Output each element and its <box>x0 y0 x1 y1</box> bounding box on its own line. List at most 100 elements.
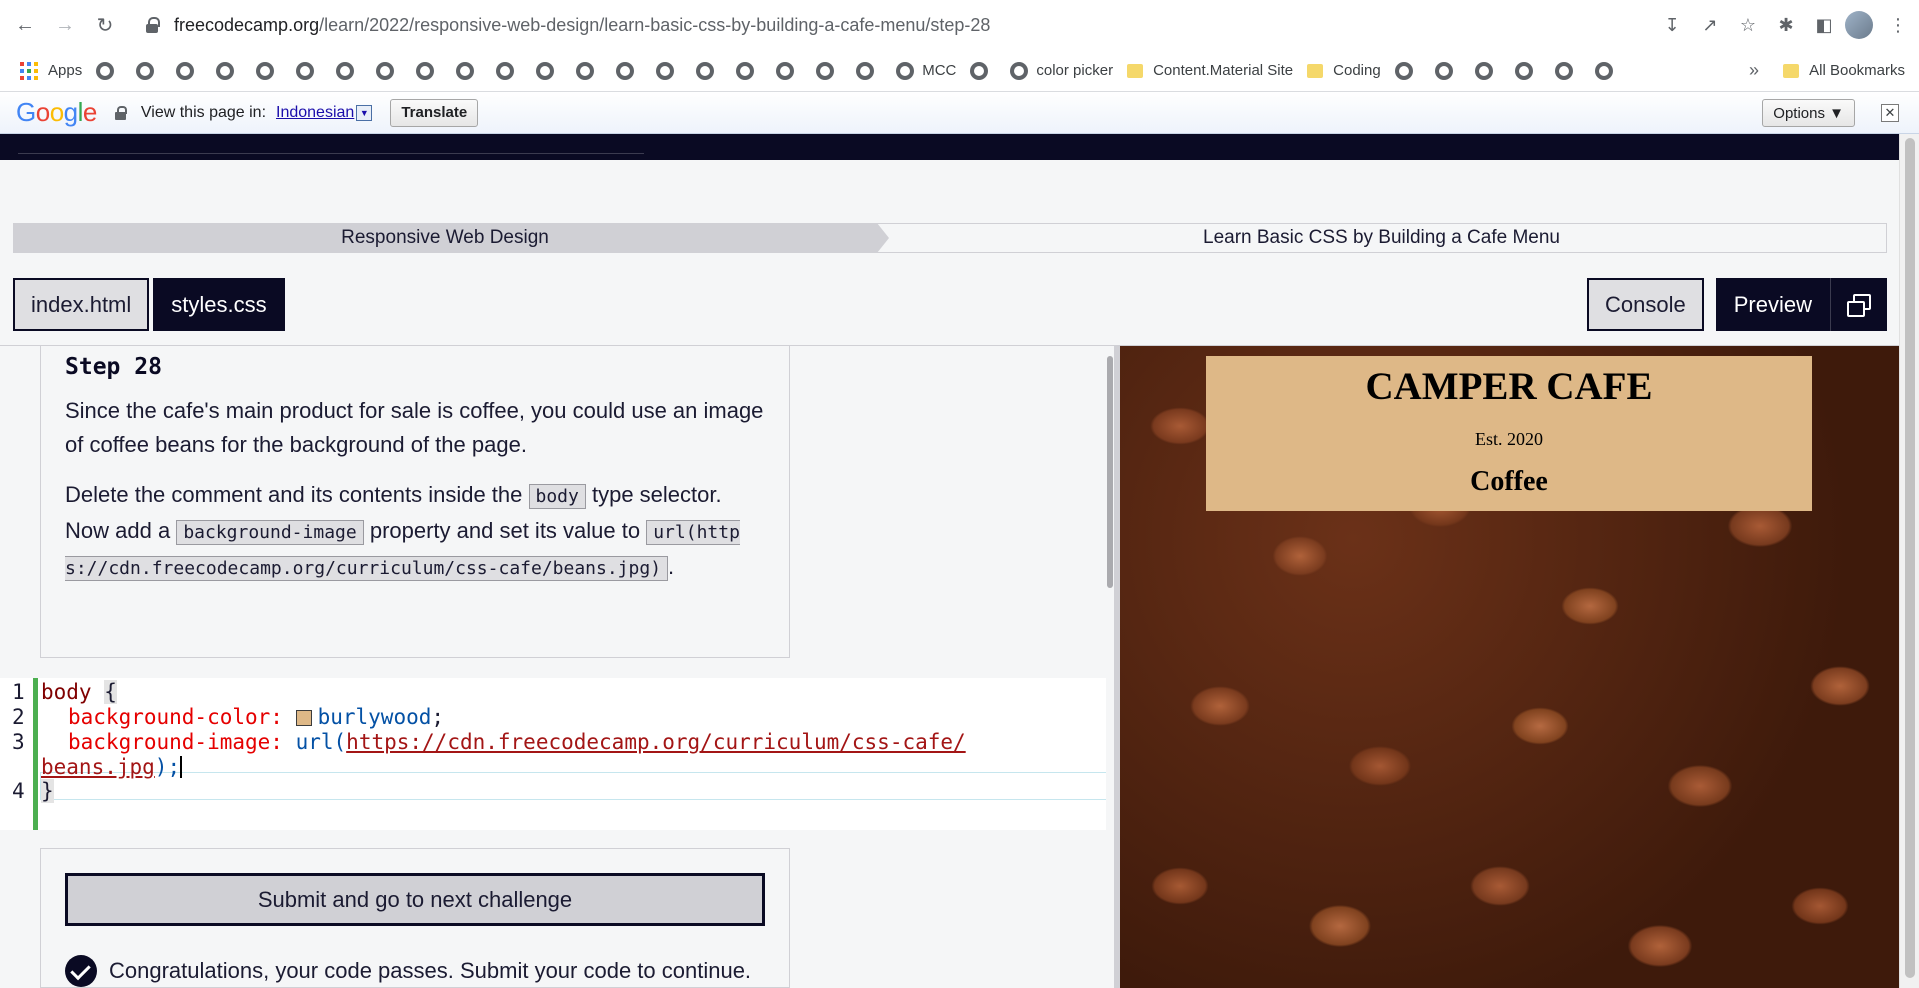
preview-pane: CAMPER CAFE Est. 2020 Coffee <box>1120 346 1899 988</box>
breadcrumb-block[interactable]: Learn Basic CSS by Building a Cafe Menu <box>877 223 1887 253</box>
preview-button[interactable]: Preview <box>1715 278 1887 331</box>
profile-avatar[interactable] <box>1845 11 1873 39</box>
globe-icon <box>296 61 315 80</box>
globe-icon <box>1394 61 1413 80</box>
bookmark-content-material[interactable]: Content.Material Site <box>1127 62 1293 79</box>
bookmark-globe-26[interactable] <box>1554 61 1581 80</box>
bookmark-globe-9[interactable] <box>416 61 442 80</box>
code-line-4[interactable]: } <box>41 779 54 803</box>
bookmark-globe-25[interactable] <box>1514 61 1541 80</box>
console-button[interactable]: Console <box>1587 278 1704 331</box>
bookmark-globe-3[interactable] <box>176 61 202 80</box>
url-text[interactable]: freecodecamp.org/learn/2022/responsive-w… <box>174 15 990 36</box>
translate-button[interactable]: Translate <box>390 98 479 127</box>
bookmark-globe-22[interactable] <box>1394 61 1421 80</box>
tab-index-html[interactable]: index.html <box>13 278 150 331</box>
language-dropdown-icon[interactable]: ▼ <box>356 104 373 121</box>
bookmark-globe-13[interactable] <box>576 61 602 80</box>
bookmark-globe-12[interactable] <box>536 61 562 80</box>
bookmark-globe-8[interactable] <box>376 61 402 80</box>
code-selector: body <box>41 680 92 704</box>
bookmark-globe-20[interactable] <box>856 61 882 80</box>
line-number: 2 <box>12 705 25 729</box>
bookmark-globe-19[interactable] <box>816 61 842 80</box>
bookmark-globe-10[interactable] <box>456 61 482 80</box>
check-circle-icon <box>65 955 97 987</box>
bookmark-globe-7[interactable] <box>336 61 362 80</box>
code-line-3[interactable]: background-image: url(https://cdn.freeco… <box>68 730 966 754</box>
line-number: 4 <box>12 779 25 803</box>
bookmark-globe-15[interactable] <box>656 61 682 80</box>
bookmark-globe-17[interactable] <box>736 61 762 80</box>
bookmark-globe-24[interactable] <box>1474 61 1501 80</box>
code-editor[interactable]: 1 2 3 4 body { background-color: burlywo… <box>0 678 1110 830</box>
code-line-1[interactable]: body { <box>41 680 117 704</box>
bookmark-coding[interactable]: Coding <box>1307 62 1381 79</box>
back-icon[interactable]: ← <box>10 10 40 40</box>
pass-message-text: Congratulations, your code passes. Submi… <box>109 958 752 983</box>
bookmark-globe-18[interactable] <box>776 61 802 80</box>
globe-icon <box>896 61 915 80</box>
bookmark-mcc[interactable]: MCC <box>896 61 956 80</box>
cafe-title: CAMPER CAFE <box>1365 365 1653 408</box>
page-scrollbar[interactable] <box>1899 134 1919 988</box>
globe-icon <box>736 61 755 80</box>
bookmark-globe-1[interactable] <box>96 61 122 80</box>
submit-button[interactable]: Submit and go to next challenge <box>65 873 765 926</box>
install-icon[interactable]: ↧ <box>1655 8 1689 42</box>
bookmark-color-picker[interactable]: color picker <box>1010 61 1113 80</box>
bookmark-globe-11[interactable] <box>496 61 522 80</box>
globe-icon <box>856 61 875 80</box>
bookmark-globe-5[interactable] <box>256 61 282 80</box>
tab-styles-css[interactable]: styles.css <box>153 278 285 331</box>
instr-text: . <box>668 554 675 579</box>
translate-options-button[interactable]: Options ▼ <box>1762 99 1855 127</box>
globe-icon <box>376 61 395 80</box>
bookmark-globe-27[interactable] <box>1594 61 1621 80</box>
forward-icon[interactable]: → <box>50 10 80 40</box>
translate-language-link[interactable]: Indonesian <box>276 104 354 122</box>
popout-icon[interactable] <box>1831 278 1885 331</box>
code-function: url( <box>295 730 347 754</box>
share-icon[interactable]: ↗ <box>1693 8 1727 42</box>
globe-icon <box>576 61 595 80</box>
instructions-paragraph-2: Delete the comment and its contents insi… <box>65 478 765 586</box>
globe-icon <box>1010 61 1029 80</box>
globe-icon <box>816 61 835 80</box>
globe-icon <box>536 61 555 80</box>
bookmark-globe-23[interactable] <box>1434 61 1461 80</box>
editor-pane: Step 28 Since the cafe's main product fo… <box>0 346 1110 988</box>
folder-icon <box>1783 63 1800 78</box>
code-line-3-wrap[interactable]: beans.jpg); <box>41 755 183 779</box>
breadcrumb-superblock[interactable]: Responsive Web Design <box>13 223 889 253</box>
menu-icon[interactable]: ⋮ <box>1881 8 1915 42</box>
side-panel-icon[interactable]: ◧ <box>1807 8 1841 42</box>
scrollbar-thumb[interactable] <box>1107 356 1113 588</box>
globe-icon <box>696 61 715 80</box>
lock-icon <box>146 17 160 33</box>
bookmark-globe-21[interactable] <box>970 61 996 80</box>
bookmark-globe-14[interactable] <box>616 61 642 80</box>
cafe-established: Est. 2020 <box>1474 429 1543 449</box>
more-bookmarks-chevron-icon[interactable]: » <box>1749 60 1759 81</box>
globe-icon <box>176 61 195 80</box>
instructions-paragraph-1: Since the cafe's main product for sale i… <box>65 398 764 457</box>
bookmark-globe-2[interactable] <box>136 61 162 80</box>
color-swatch[interactable] <box>295 710 312 726</box>
code-line-2[interactable]: background-color: burlywood; <box>68 705 444 729</box>
close-icon[interactable]: ✕ <box>1881 104 1899 122</box>
editor-scrollbar[interactable] <box>1106 346 1114 988</box>
star-icon[interactable]: ☆ <box>1731 8 1765 42</box>
code-brace: { <box>104 680 117 704</box>
bookmark-globe-6[interactable] <box>296 61 322 80</box>
extensions-icon[interactable]: ✱ <box>1769 8 1803 42</box>
code-punctuation: ; <box>431 705 445 729</box>
all-bookmarks[interactable]: All Bookmarks <box>1783 62 1905 79</box>
bookmark-globe-4[interactable] <box>216 61 242 80</box>
bookmark-globe-16[interactable] <box>696 61 722 80</box>
reload-icon[interactable]: ↻ <box>90 10 120 40</box>
bookmark-apps[interactable]: Apps <box>48 62 82 79</box>
address-bar[interactable]: freecodecamp.org/learn/2022/responsive-w… <box>132 8 1732 42</box>
scrollbar-thumb[interactable] <box>1905 138 1915 978</box>
code-chip-body: body <box>528 484 586 509</box>
